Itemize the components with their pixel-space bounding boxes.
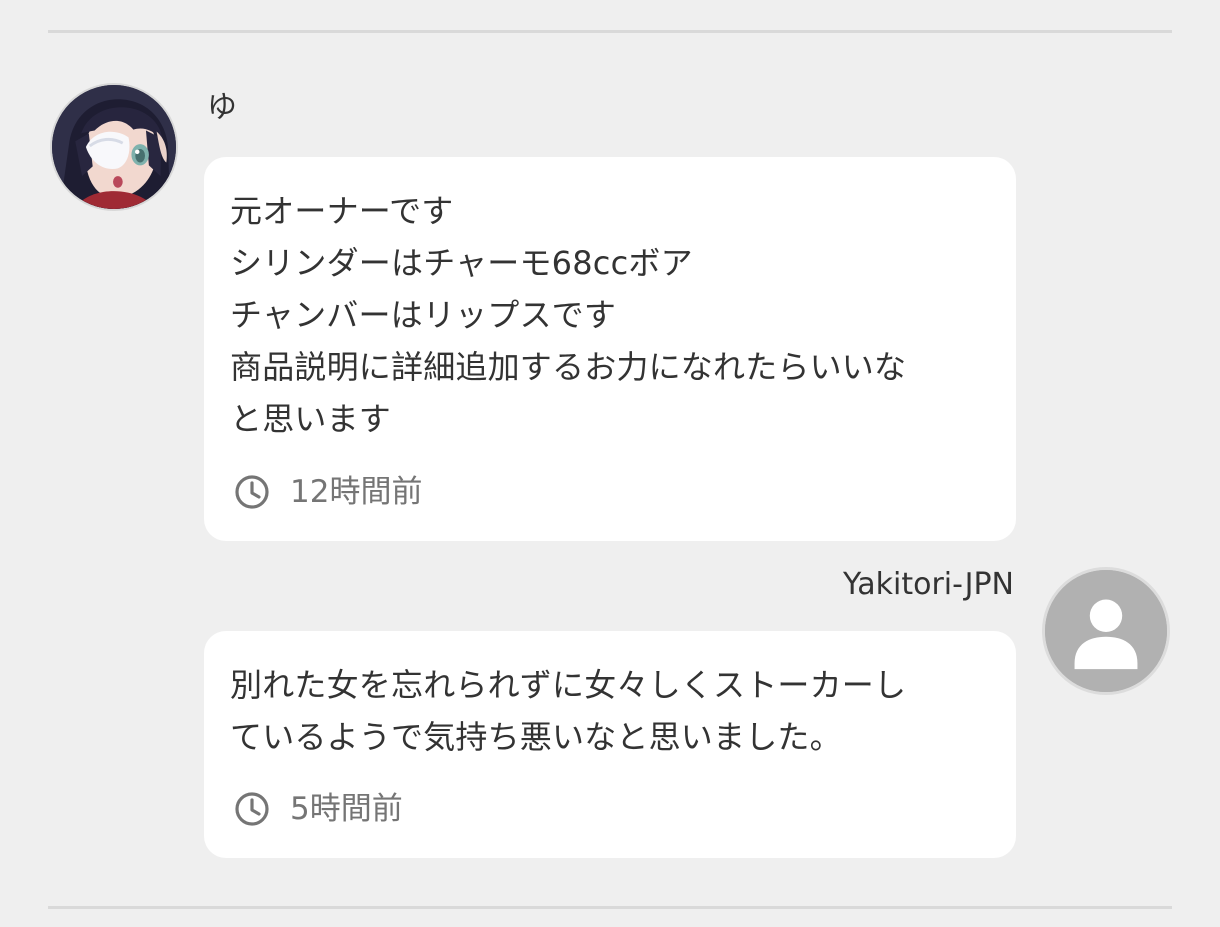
comment-text: 別れた女を忘れられずに女々しくストーカーし ているようで気持ち悪いなと思いました… xyxy=(230,666,907,756)
commenter-name[interactable]: Yakitori-JPN xyxy=(843,567,1014,603)
commenter-name[interactable]: ゆ xyxy=(207,90,237,126)
comment-meta: 5時間前 xyxy=(232,789,403,829)
top-divider xyxy=(48,30,1172,33)
bottom-divider xyxy=(48,906,1172,909)
avatar-yu[interactable] xyxy=(50,83,178,211)
clock-icon xyxy=(232,789,272,829)
comment-bubble: 元オーナーです シリンダーはチャーモ68ccボア チャンバーはリップスです 商品… xyxy=(204,157,1016,541)
clock-icon xyxy=(232,472,272,512)
comment-timestamp: 12時間前 xyxy=(290,474,423,510)
user-icon xyxy=(1045,570,1167,692)
comment-meta: 12時間前 xyxy=(232,472,422,512)
anime-avatar-image xyxy=(52,85,176,209)
avatar-yakitori-jpn[interactable] xyxy=(1042,567,1170,695)
comment-text: 元オーナーです シリンダーはチャーモ68ccボア チャンバーはリップスです 商品… xyxy=(230,192,907,438)
comment-timestamp: 5時間前 xyxy=(290,791,403,827)
comment-bubble: 別れた女を忘れられずに女々しくストーカーし ているようで気持ち悪いなと思いました… xyxy=(204,631,1016,858)
